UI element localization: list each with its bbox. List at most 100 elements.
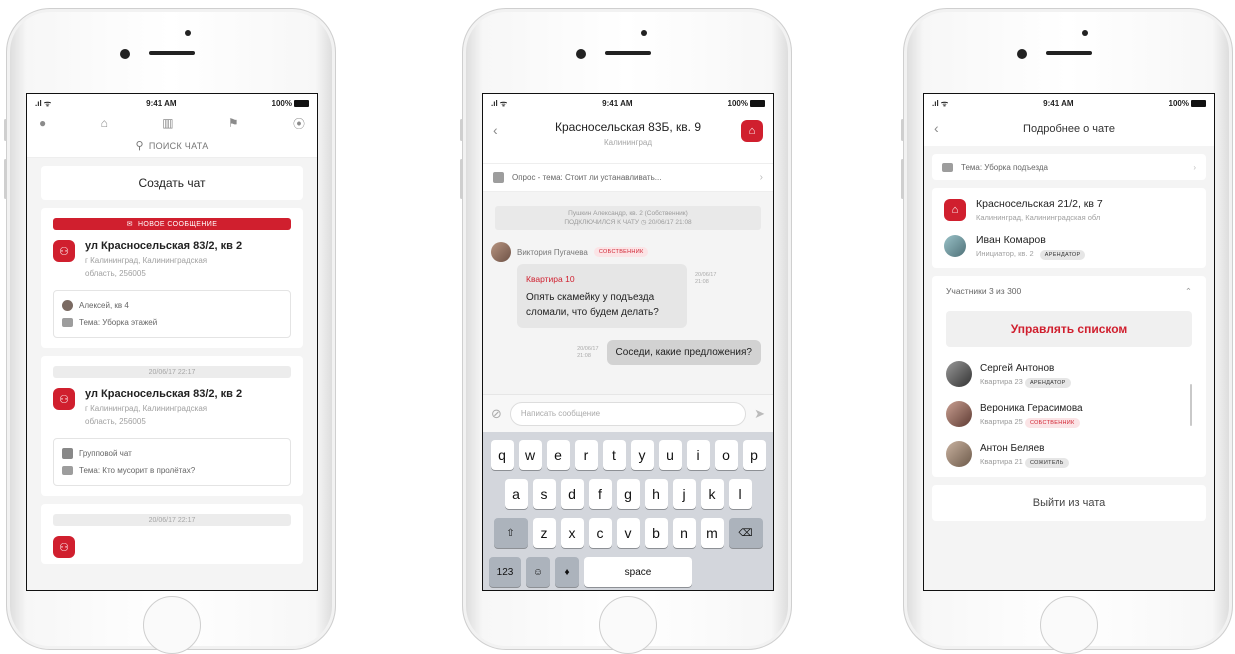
key-y[interactable]: y bbox=[630, 440, 654, 470]
key-w[interactable]: w bbox=[518, 440, 542, 470]
shift-key-icon[interactable]: ⇧ bbox=[493, 518, 528, 548]
search-input[interactable]: ⚲ ПОИСК ЧАТА bbox=[27, 134, 317, 158]
key-q[interactable]: q bbox=[490, 440, 514, 470]
home-button[interactable] bbox=[1040, 596, 1098, 654]
key-i[interactable]: i bbox=[686, 440, 710, 470]
home-icon[interactable]: ⌂ bbox=[101, 116, 108, 130]
location-pin-icon[interactable]: ⦿ bbox=[293, 115, 305, 132]
topic-icon bbox=[62, 318, 73, 327]
chat-card[interactable]: 20/06/17 22:17 ⚇ bbox=[41, 504, 303, 564]
key-p[interactable]: p bbox=[742, 440, 766, 470]
key-v[interactable]: v bbox=[616, 518, 640, 548]
participant-row[interactable]: Вероника Герасимова Квартира 25 СОБСТВЕН… bbox=[946, 401, 1192, 428]
message-author: Виктория Пугачева СОБСТВЕННИК bbox=[491, 242, 773, 262]
key-s[interactable]: s bbox=[532, 479, 556, 509]
battery-icon bbox=[1191, 99, 1206, 107]
back-icon[interactable]: ‹ bbox=[934, 120, 939, 136]
key-u[interactable]: u bbox=[658, 440, 682, 470]
chat-details-screen: .ıl ᯤ 9:41 AM 100% ‹ Подробнее о чате Те… bbox=[923, 93, 1215, 591]
key-t[interactable]: t bbox=[602, 440, 626, 470]
participant-row[interactable]: Сергей Антонов Квартира 23 АРЕНДАТОР bbox=[946, 361, 1192, 388]
chat-card[interactable]: ✉ НОВОЕ СООБЩЕНИЕ ⚇ ул Красносельская 83… bbox=[41, 208, 303, 348]
participant-row[interactable]: Антон Беляев Квартира 21 СОЖИТЕЛЬ bbox=[946, 441, 1192, 468]
back-icon[interactable]: ‹ bbox=[493, 122, 498, 138]
flag-icon[interactable]: ⚑ bbox=[228, 116, 239, 130]
initiator-row[interactable]: Иван Комаров Инициатор, кв. 2 АРЕНДАТОР bbox=[944, 234, 1194, 260]
message-input[interactable]: Написать сообщение bbox=[509, 401, 747, 426]
check-circle-icon[interactable]: ● bbox=[39, 116, 46, 130]
battery-icon bbox=[294, 99, 309, 107]
chat-preview: Алексей, кв 4 Тема: Уборка этажей bbox=[53, 290, 291, 338]
outgoing-message[interactable]: Соседи, какие предложения? bbox=[606, 340, 761, 365]
buildings-icon[interactable]: ▥ bbox=[162, 116, 173, 130]
chevron-up-icon[interactable]: ⌃ bbox=[1185, 286, 1192, 297]
speaker bbox=[605, 51, 651, 55]
chat-list-screen: .ıl ᯤ 9:41 AM 100% ● ⌂ ▥ ⚑ ⦿ ⚲ ПОИСК ЧАТ… bbox=[26, 93, 318, 591]
chat-screen: .ıl ᯤ 9:41 AM 100% ‹ Красносельская 83Б,… bbox=[482, 93, 774, 591]
key-r[interactable]: r bbox=[574, 440, 598, 470]
front-camera bbox=[1017, 49, 1027, 59]
avatar bbox=[946, 441, 972, 467]
key-g[interactable]: g bbox=[616, 479, 640, 509]
group-icon: ⚇ bbox=[53, 240, 75, 262]
chat-title: Красносельская 83Б, кв. 9 bbox=[554, 120, 702, 134]
key-a[interactable]: a bbox=[504, 479, 528, 509]
page-title: Подробнее о чате bbox=[1023, 123, 1115, 135]
key-k[interactable]: k bbox=[700, 479, 724, 509]
key-h[interactable]: h bbox=[644, 479, 668, 509]
role-badge: АРЕНДАТОР bbox=[1039, 250, 1086, 260]
backspace-key-icon[interactable]: ⌫ bbox=[728, 518, 763, 548]
top-nav: ● ⌂ ▥ ⚑ ⦿ bbox=[27, 112, 317, 134]
group-icon: ⚇ bbox=[53, 388, 75, 410]
composer: ⊘ Написать сообщение ➤ bbox=[483, 394, 773, 432]
key-d[interactable]: d bbox=[560, 479, 584, 509]
poll-banner[interactable]: Опрос - тема: Стоит ли устанавливать... … bbox=[483, 164, 773, 192]
space-key[interactable]: space bbox=[584, 557, 692, 587]
message-timestamp: 20/06/17 21:08 bbox=[577, 345, 599, 359]
details-header: ‹ Подробнее о чате bbox=[924, 112, 1214, 146]
chat-subtitle: Калининград bbox=[603, 138, 653, 147]
topic-icon bbox=[942, 162, 953, 172]
avatar bbox=[491, 242, 511, 262]
front-camera bbox=[576, 49, 586, 59]
create-chat-button[interactable]: Создать чат bbox=[41, 166, 303, 200]
keyboard: q w e r t y u i o p a s d f g h j k l ⇧ … bbox=[483, 432, 773, 590]
system-message: Пушкин Александр, кв. 2 (Собственник) ПО… bbox=[495, 206, 761, 230]
key-z[interactable]: z bbox=[532, 518, 556, 548]
manage-list-button[interactable]: Управлять списком bbox=[946, 311, 1192, 347]
chat-preview: Групповой чат Тема: Кто мусорит в пролёт… bbox=[53, 438, 291, 486]
signal-icon: .ıl ᯤ bbox=[35, 98, 52, 108]
key-n[interactable]: n bbox=[672, 518, 696, 548]
key-x[interactable]: x bbox=[560, 518, 584, 548]
key-m[interactable]: m bbox=[700, 518, 724, 548]
scrollbar[interactable] bbox=[1190, 384, 1192, 426]
microphone-key-icon[interactable]: ♦ bbox=[555, 557, 579, 587]
leave-chat-button[interactable]: Выйти из чата bbox=[932, 485, 1206, 521]
chat-card[interactable]: 20/06/17 22:17 ⚇ ул Красносельская 83/2,… bbox=[41, 356, 303, 496]
speaker bbox=[149, 51, 195, 55]
attach-icon[interactable]: ⊘ bbox=[491, 406, 502, 422]
home-button[interactable] bbox=[599, 596, 657, 654]
phone-frame-3: .ıl ᯤ 9:41 AM 100% ‹ Подробнее о чате Те… bbox=[901, 8, 1233, 654]
group-icon: ⚇ bbox=[53, 536, 75, 558]
key-e[interactable]: e bbox=[546, 440, 570, 470]
key-b[interactable]: b bbox=[644, 518, 668, 548]
key-f[interactable]: f bbox=[588, 479, 612, 509]
search-icon: ⚲ bbox=[135, 140, 144, 152]
address-card: ⌂ Красносельская 21/2, кв 7 Калининград,… bbox=[932, 188, 1206, 268]
key-j[interactable]: j bbox=[672, 479, 696, 509]
key-c[interactable]: c bbox=[588, 518, 612, 548]
emoji-key-icon[interactable]: ☺ bbox=[526, 557, 550, 587]
new-message-banner: ✉ НОВОЕ СООБЩЕНИЕ bbox=[53, 218, 291, 230]
status-bar: .ıl ᯤ 9:41 AM 100% bbox=[27, 94, 317, 112]
key-l[interactable]: l bbox=[728, 479, 752, 509]
send-icon[interactable]: ➤ bbox=[754, 406, 765, 422]
incoming-message[interactable]: Квартира 10 Опять скамейку у подъезда сл… bbox=[517, 264, 687, 328]
home-button[interactable] bbox=[143, 596, 201, 654]
avatar bbox=[946, 361, 972, 387]
topic-row[interactable]: Тема: Уборка подъезда › bbox=[932, 154, 1206, 180]
avatar bbox=[62, 300, 73, 311]
numbers-key[interactable]: 123 bbox=[489, 557, 521, 587]
home-icon[interactable]: ⌂ bbox=[741, 120, 763, 142]
key-o[interactable]: o bbox=[714, 440, 738, 470]
